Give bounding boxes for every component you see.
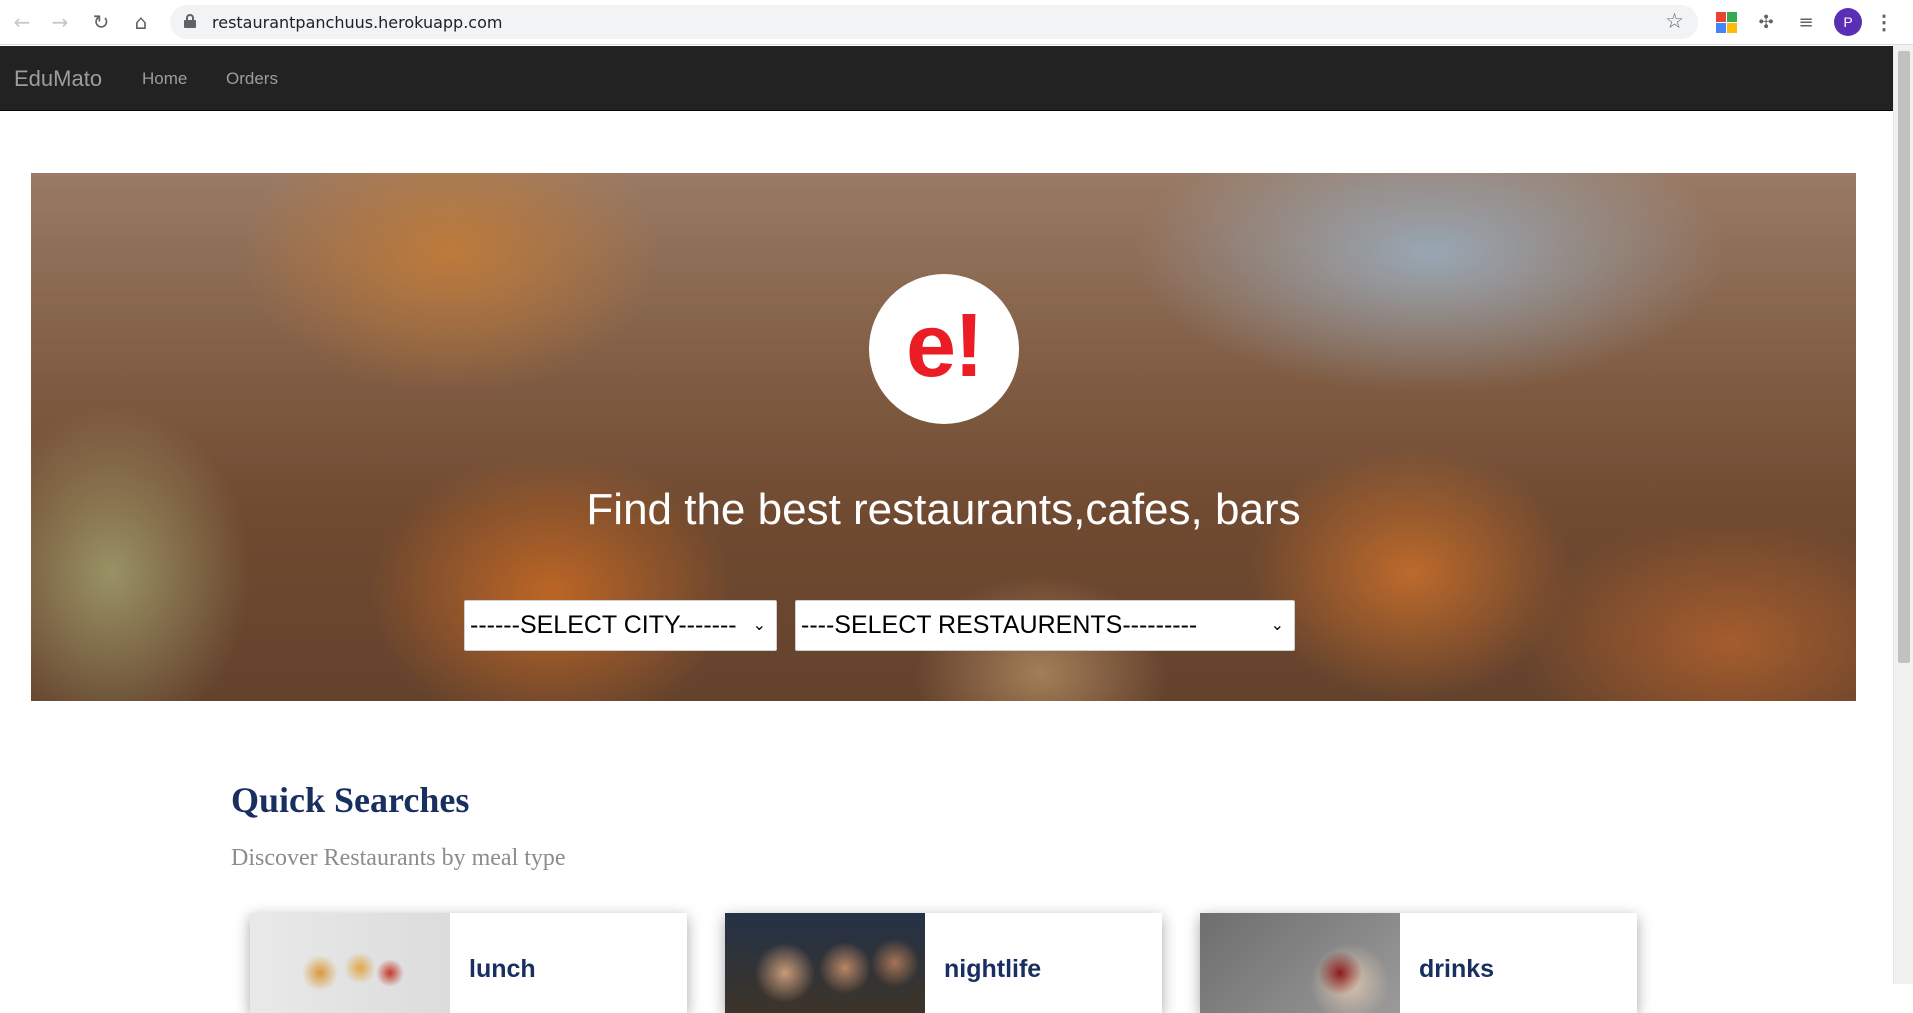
- meal-card-label: lunch: [469, 955, 536, 983]
- profile-avatar[interactable]: P: [1834, 8, 1862, 36]
- scrollbar-thumb[interactable]: [1898, 51, 1910, 663]
- kebab-menu-icon[interactable]: ⋮: [1874, 8, 1894, 36]
- page-scrollbar[interactable]: [1893, 45, 1913, 984]
- quick-searches-title: Quick Searches: [231, 780, 470, 820]
- back-icon[interactable]: ←: [8, 8, 36, 36]
- meal-card-label: nightlife: [944, 955, 1042, 983]
- drinks-image: [1200, 913, 1400, 1013]
- url-text[interactable]: restaurantpanchuus.herokuapp.com: [212, 13, 502, 32]
- nav-link-home[interactable]: Home: [142, 69, 187, 89]
- home-icon[interactable]: ⌂: [127, 8, 155, 36]
- star-icon[interactable]: ☆: [1665, 9, 1684, 33]
- browser-toolbar: ← → ↻ ⌂ restaurantpanchuus.herokuapp.com…: [0, 0, 1913, 45]
- extension-grid-icon[interactable]: [1713, 9, 1739, 35]
- site-navbar: EduMato Home Orders: [0, 46, 1893, 111]
- nav-link-orders[interactable]: Orders: [226, 69, 278, 89]
- hero-banner: e! Find the best restaurants,cafes, bars…: [31, 173, 1856, 701]
- meal-card-drinks[interactable]: drinks: [1200, 913, 1637, 1013]
- logo-text: e!: [905, 295, 984, 396]
- city-select-value: ------SELECT CITY-------: [470, 611, 737, 639]
- restaurant-select-value: ----SELECT RESTAURENTS---------: [801, 611, 1198, 639]
- nightlife-image: [725, 913, 925, 1013]
- puzzle-icon[interactable]: ✣: [1753, 9, 1779, 35]
- city-select[interactable]: ------SELECT CITY------- ⌄: [464, 600, 777, 651]
- reload-icon[interactable]: ↻: [87, 8, 115, 36]
- restaurant-select[interactable]: ----SELECT RESTAURENTS--------- ⌄: [795, 600, 1295, 651]
- address-bar[interactable]: restaurantpanchuus.herokuapp.com ☆: [170, 5, 1698, 39]
- brand-link[interactable]: EduMato: [14, 66, 102, 92]
- meal-card-label: drinks: [1419, 955, 1495, 983]
- lunch-image: [250, 913, 450, 1013]
- meal-card-lunch[interactable]: lunch: [250, 913, 687, 1013]
- chevron-down-icon: ⌄: [752, 615, 766, 634]
- lock-icon[interactable]: [184, 14, 196, 28]
- forward-icon[interactable]: →: [46, 8, 74, 36]
- quick-searches-subtitle: Discover Restaurants by meal type: [231, 845, 566, 871]
- hero-title: Find the best restaurants,cafes, bars: [586, 485, 1301, 534]
- meal-card-nightlife[interactable]: nightlife: [725, 913, 1162, 1013]
- media-icon[interactable]: ≡: [1793, 9, 1819, 35]
- site-logo: e!: [869, 274, 1019, 424]
- chevron-down-icon: ⌄: [1270, 615, 1284, 634]
